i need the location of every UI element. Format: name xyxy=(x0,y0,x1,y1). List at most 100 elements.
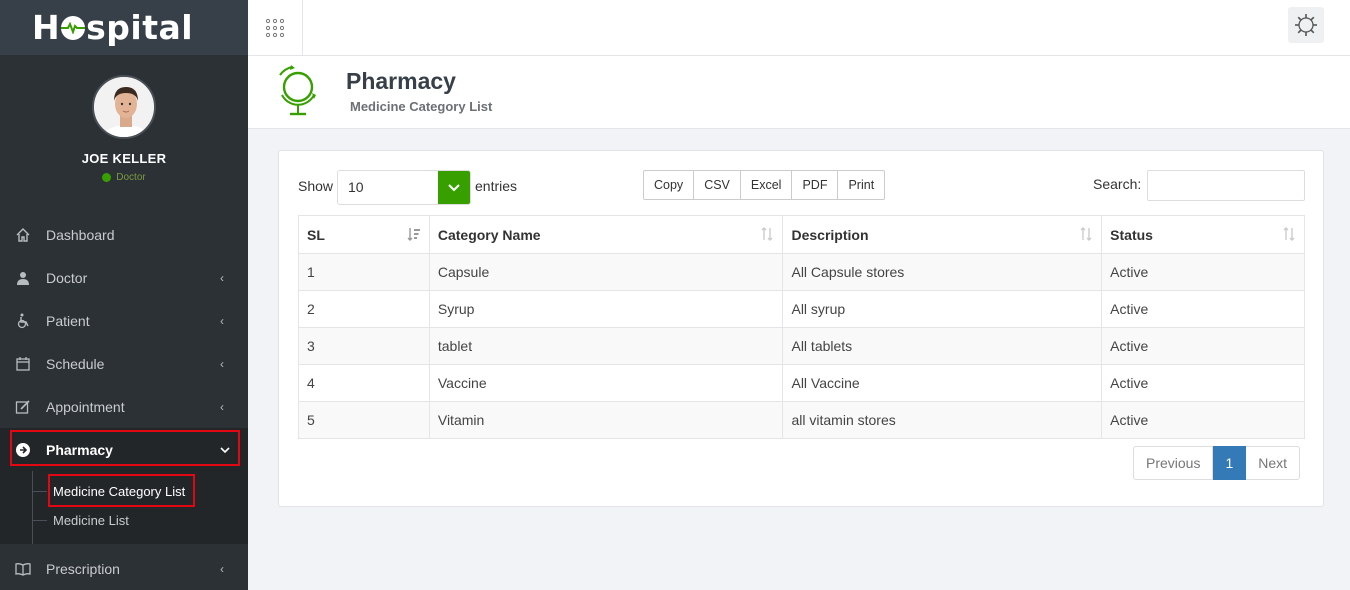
cell-category-name: Syrup xyxy=(428,290,784,328)
table-row[interactable]: 3 tablet All tablets Active xyxy=(298,327,1305,365)
tree-branch xyxy=(33,520,47,521)
logo-bar: H spital xyxy=(0,0,248,55)
cell-description: All Vaccine xyxy=(782,364,1103,402)
tree-branch xyxy=(33,491,47,492)
pdf-button[interactable]: PDF xyxy=(792,170,839,200)
user-md-icon xyxy=(13,269,33,287)
book-icon xyxy=(13,560,33,578)
submenu-item-medicine-list[interactable]: Medicine List xyxy=(0,506,248,535)
chevron-left-icon: ‹ xyxy=(220,270,224,285)
entries-length-value: 10 xyxy=(348,179,364,195)
globe-icon xyxy=(279,65,316,116)
cell-category-name: Vitamin xyxy=(428,401,784,439)
sidebar-item-dashboard[interactable]: Dashboard xyxy=(0,213,248,256)
heartbeat-icon xyxy=(61,15,86,40)
cell-status: Active xyxy=(1101,327,1305,365)
table-row[interactable]: 5 Vitamin all vitamin stores Active xyxy=(298,401,1305,439)
column-header-description[interactable]: Description xyxy=(782,215,1103,254)
sidebar-item-label: Appointment xyxy=(46,398,125,415)
user-role: Doctor xyxy=(102,172,146,183)
csv-button[interactable]: CSV xyxy=(694,170,741,200)
apps-menu-button[interactable] xyxy=(248,0,303,55)
column-header-label: SL xyxy=(307,226,325,243)
cell-status: Active xyxy=(1101,253,1305,291)
sidebar-item-appointment[interactable]: Appointment ‹ xyxy=(0,385,248,428)
sidebar-item-label: Pharmacy xyxy=(46,441,113,458)
table-header-row: SL Category Name Description Status xyxy=(298,215,1305,254)
chevron-left-icon: ‹ xyxy=(220,313,224,328)
settings-button[interactable] xyxy=(1288,7,1324,43)
pagination: Previous 1 Next xyxy=(1133,446,1301,480)
next-page-button[interactable]: Next xyxy=(1246,446,1301,480)
page-subtitle: Medicine Category List xyxy=(350,99,493,114)
cell-status: Active xyxy=(1101,364,1305,402)
page-1-button[interactable]: 1 xyxy=(1213,446,1247,480)
table-row[interactable]: 2 Syrup All syrup Active xyxy=(298,290,1305,328)
copy-button[interactable]: Copy xyxy=(643,170,695,200)
submenu-item-medicine-category-list[interactable]: Medicine Category List xyxy=(0,477,248,506)
sidebar-item-doctor[interactable]: Doctor ‹ xyxy=(0,256,248,299)
gear-icon xyxy=(1295,14,1317,36)
cell-description: All syrup xyxy=(782,290,1103,328)
avatar[interactable] xyxy=(92,75,156,139)
sort-icon xyxy=(1080,227,1092,241)
wheelchair-icon xyxy=(13,312,33,330)
sidebar-item-label: Doctor xyxy=(46,269,88,286)
page-title: Pharmacy xyxy=(346,68,456,94)
logo-text-end: spital xyxy=(86,8,194,47)
user-name: JOE KELLER xyxy=(81,151,167,166)
pharmacy-submenu: Medicine Category List Medicine List xyxy=(0,471,248,544)
search-input[interactable] xyxy=(1147,170,1305,201)
search-label: Search: xyxy=(1093,176,1142,192)
grid-icon xyxy=(265,18,285,37)
cell-sl: 3 xyxy=(298,327,430,365)
chevron-left-icon: ‹ xyxy=(220,561,224,576)
sidebar-menu: Dashboard Doctor ‹ Patient ‹ Schedule ‹ xyxy=(0,213,248,590)
entries-label: entries xyxy=(475,178,518,194)
chevron-left-icon: ‹ xyxy=(220,399,224,414)
arrow-circle-right-icon xyxy=(13,441,33,459)
sidebar-item-label: Prescription xyxy=(46,560,120,577)
sidebar-item-prescription[interactable]: Prescription ‹ xyxy=(0,547,248,590)
submenu-item-label: Medicine List xyxy=(53,513,129,528)
cell-description: All Capsule stores xyxy=(782,253,1103,291)
column-header-sl[interactable]: SL xyxy=(298,215,430,254)
sort-ascending-icon xyxy=(407,228,420,241)
chevron-left-icon: ‹ xyxy=(220,356,224,371)
cell-category-name: tablet xyxy=(428,327,784,365)
chevron-down-icon xyxy=(438,171,470,204)
sidebar: H spital JOE KELLER Doctor Dashboard Doc… xyxy=(0,0,248,590)
sidebar-item-label: Schedule xyxy=(46,355,105,372)
excel-button[interactable]: Excel xyxy=(740,170,793,200)
topbar xyxy=(248,0,1350,56)
cell-sl: 1 xyxy=(298,253,430,291)
cell-category-name: Capsule xyxy=(428,253,784,291)
sidebar-item-pharmacy[interactable]: Pharmacy xyxy=(0,428,248,471)
table-row[interactable]: 4 Vaccine All Vaccine Active xyxy=(298,364,1305,402)
cell-status: Active xyxy=(1101,401,1305,439)
column-header-label: Description xyxy=(791,226,869,243)
submenu-item-label: Medicine Category List xyxy=(53,484,186,499)
sidebar-item-schedule[interactable]: Schedule ‹ xyxy=(0,342,248,385)
cell-description: All tablets xyxy=(782,327,1103,365)
category-table: SL Category Name Description Status 1 Ca… xyxy=(298,215,1305,439)
edit-icon xyxy=(13,398,33,416)
column-header-label: Category Name xyxy=(437,226,541,243)
cell-description: all vitamin stores xyxy=(782,401,1103,439)
table-row[interactable]: 1 Capsule All Capsule stores Active xyxy=(298,253,1305,291)
cell-sl: 2 xyxy=(298,290,430,328)
cell-status: Active xyxy=(1101,290,1305,328)
column-header-category-name[interactable]: Category Name xyxy=(428,215,784,254)
column-header-status[interactable]: Status xyxy=(1101,215,1305,254)
show-label: Show xyxy=(298,178,334,194)
table-card: Show 10 entries Copy CSV Excel PDF Print… xyxy=(278,150,1324,507)
online-status-icon xyxy=(102,173,112,182)
calendar-icon xyxy=(13,355,33,373)
print-button[interactable]: Print xyxy=(838,170,886,200)
sort-icon xyxy=(761,227,773,241)
hospital-logo[interactable]: H spital xyxy=(32,8,193,47)
entries-length-select[interactable]: 10 xyxy=(337,170,471,205)
previous-page-button[interactable]: Previous xyxy=(1133,446,1214,480)
user-role-label: Doctor xyxy=(116,172,146,183)
sidebar-item-patient[interactable]: Patient ‹ xyxy=(0,299,248,342)
